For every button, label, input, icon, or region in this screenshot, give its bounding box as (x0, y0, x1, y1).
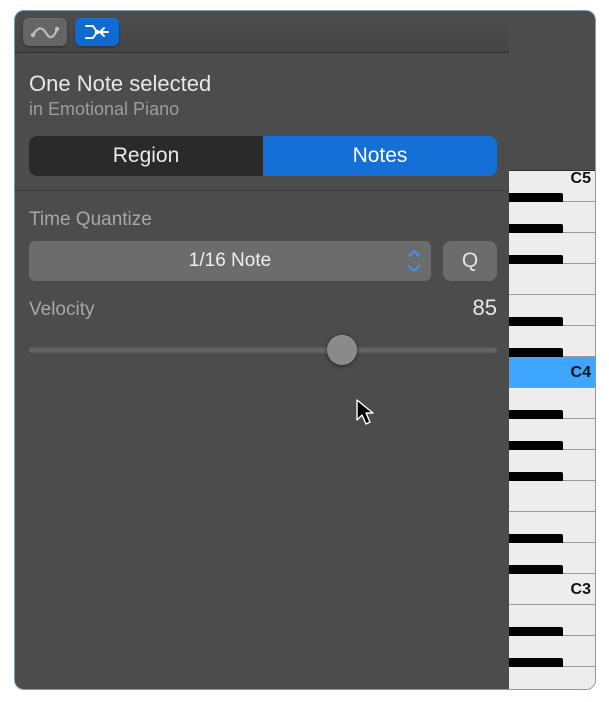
slider-thumb[interactable] (327, 335, 357, 365)
notes-controls: Time Quantize 1/16 Note Q Velocity 85 (15, 191, 511, 365)
piano-keys[interactable]: C4 C3 C5 (509, 171, 595, 689)
time-quantize-value: 1/16 Note (189, 250, 271, 272)
automation-curve-icon (31, 25, 59, 39)
merge-filter-icon (83, 23, 111, 41)
selection-header: One Note selected in Emotional Piano Reg… (15, 53, 511, 191)
piano-white-key[interactable] (509, 264, 595, 295)
time-quantize-row: 1/16 Note Q (29, 241, 497, 281)
velocity-label: Velocity (29, 299, 94, 321)
tab-region[interactable]: Region (29, 136, 263, 176)
catch-tool-button[interactable] (75, 18, 119, 46)
time-quantize-select[interactable]: 1/16 Note (29, 241, 431, 281)
piano-octave-label: C3 (571, 581, 591, 599)
piano-ruler (509, 11, 595, 171)
selection-subtitle: in Emotional Piano (29, 99, 497, 120)
piano-white-key[interactable] (509, 481, 595, 512)
piano-black-key[interactable] (509, 689, 563, 690)
inspector-panel: One Note selected in Emotional Piano Reg… (15, 11, 511, 689)
automation-tool-button[interactable] (23, 18, 67, 46)
inspector-window: One Note selected in Emotional Piano Reg… (14, 10, 596, 690)
inspector-toolbar (15, 11, 511, 53)
piano-octave-label: C5 (571, 170, 591, 188)
piano-keyboard-strip: C4 C3 C5 (509, 11, 595, 689)
slider-track (29, 348, 497, 353)
tab-notes[interactable]: Notes (263, 136, 497, 176)
velocity-slider[interactable] (29, 335, 497, 365)
velocity-value: 85 (473, 295, 497, 321)
quantize-apply-button[interactable]: Q (443, 241, 497, 281)
region-notes-segmented: Region Notes (29, 136, 497, 176)
piano-white-key[interactable] (509, 667, 595, 690)
piano-octave-label: C4 (571, 364, 591, 382)
velocity-row: Velocity 85 (29, 295, 497, 321)
time-quantize-label: Time Quantize (29, 209, 497, 231)
stepper-icon (407, 250, 421, 272)
selection-title: One Note selected (29, 71, 497, 97)
